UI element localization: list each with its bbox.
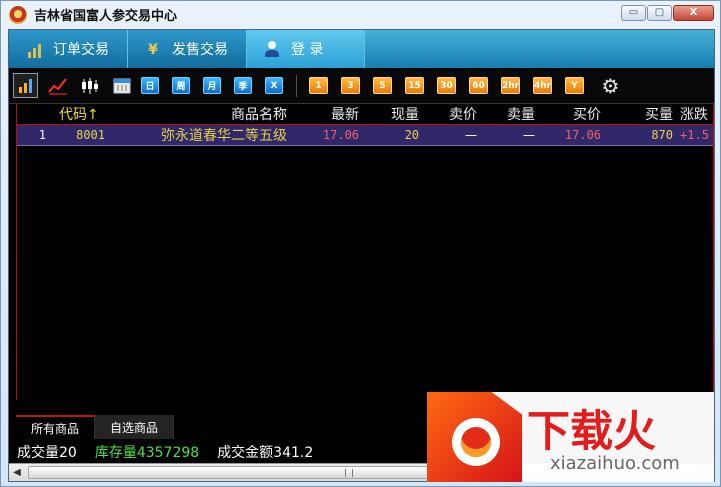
tab-watchlist-products[interactable]: 自选商品 (95, 415, 175, 439)
app-logo-icon (9, 5, 27, 24)
maximize-button[interactable]: ▢ (647, 5, 672, 21)
chart-toolbar: 日 周 月 季 X 1 3 5 15 30 60 2hr 4hr Y ⚙ (9, 68, 714, 104)
period-day-button[interactable]: 日 (141, 77, 159, 94)
watermark-logo: 下载火 xiazaihuo.com (427, 392, 714, 482)
market-table: 代码↑ 商品名称 最新 现量 卖价 卖量 买价 买量 涨跌 1 8001 弥永道… (17, 104, 713, 146)
yen-icon: ¥ (148, 42, 158, 58)
grip-icon (345, 469, 353, 477)
period-4hr-button[interactable]: 4hr (533, 77, 552, 94)
sell-quantity: 一 (484, 124, 543, 146)
watermark-chinese-text: 下载火 (527, 407, 656, 457)
line-chart-icon (47, 77, 67, 94)
scroll-left-icon[interactable]: ◀ (9, 465, 25, 481)
column-code-header[interactable]: 代码↑ (17, 104, 113, 125)
settings-button[interactable]: ⚙ (598, 73, 623, 98)
tab-issuing-trading-label: 发售交易 (172, 42, 228, 58)
minimize-button[interactable]: ▭ (621, 5, 646, 21)
latest-price: 17.06 (294, 124, 367, 146)
trade-volume-status: 成交量20 (17, 444, 77, 461)
window-title: 吉林省国富人参交易中心 (34, 9, 178, 24)
product-name: 弥永道春华二等五级 (112, 124, 295, 146)
sell-price: 一 (426, 124, 485, 146)
period-3-button[interactable]: 3 (341, 77, 360, 94)
period-15-button[interactable]: 15 (405, 77, 424, 94)
row-index: 1 (17, 124, 53, 146)
product-filter-tabs: 所有商品 自选商品 (16, 415, 436, 439)
tab-order-trading[interactable]: 订单交易 (9, 30, 128, 68)
column-sell-price-header[interactable]: 卖价 (426, 104, 485, 125)
period-quarter-button[interactable]: 季 (234, 77, 252, 94)
period-60-button[interactable]: 60 (469, 77, 488, 94)
candlestick-tool-button[interactable] (77, 73, 102, 98)
market-table-container: 代码↑ 商品名称 最新 现量 卖价 卖量 买价 买量 涨跌 1 8001 弥永道… (16, 104, 714, 400)
period-5-button[interactable]: 5 (373, 77, 392, 94)
period-1-button[interactable]: 1 (309, 77, 328, 94)
calendar-icon (113, 78, 130, 93)
column-sell-qty-header[interactable]: 卖量 (484, 104, 543, 125)
inventory-status: 库存量4357298 (94, 444, 200, 461)
buy-quantity: 870 (608, 124, 681, 146)
period-month-button[interactable]: 月 (203, 77, 221, 94)
bar-chart-icon (18, 78, 32, 93)
line-chart-tool-button[interactable] (45, 73, 70, 98)
user-icon (263, 40, 281, 58)
title-bar: 吉林省国富人参交易中心 ▭ ▢ X (1, 1, 720, 28)
table-row[interactable]: 1 8001 弥永道春华二等五级 17.06 20 一 一 17.06 870 … (17, 124, 713, 146)
window-controls: ▭ ▢ X (621, 5, 714, 21)
trade-amount-status: 成交金额341.2 (217, 444, 314, 461)
tab-order-trading-label: 订单交易 (53, 42, 109, 58)
close-button[interactable]: X (673, 5, 714, 21)
column-latest-header[interactable]: 最新 (294, 104, 367, 125)
tab-login[interactable]: 登 录 (247, 30, 365, 68)
column-volume-header[interactable]: 现量 (366, 104, 427, 125)
table-header-row: 代码↑ 商品名称 最新 现量 卖价 卖量 买价 买量 涨跌 (17, 104, 713, 125)
period-30-button[interactable]: 30 (437, 77, 456, 94)
gear-icon: ⚙ (601, 73, 620, 98)
top-navigation: 订单交易 ¥ 发售交易 登 录 (9, 30, 714, 68)
watermark-url-text: xiazaihuo.com (550, 453, 680, 474)
period-week-button[interactable]: 周 (172, 77, 190, 94)
price-change: +1.5 (680, 124, 713, 146)
period-x-button[interactable]: X (265, 77, 283, 94)
product-code: 8001 (53, 124, 113, 146)
application-window: 吉林省国富人参交易中心 ▭ ▢ X 订单交易 ¥ 发售交易 登 录 日 周 月 … (0, 0, 721, 487)
column-name-header[interactable]: 商品名称 (112, 104, 295, 125)
bar-chart-icon (25, 40, 43, 58)
tab-login-label: 登 录 (291, 42, 324, 58)
period-y-button[interactable]: Y (565, 77, 584, 94)
column-buy-qty-header[interactable]: 买量 (608, 104, 681, 125)
bar-chart-tool-button[interactable] (13, 73, 38, 98)
candlestick-icon (81, 77, 98, 94)
tab-all-products[interactable]: 所有商品 (16, 415, 96, 439)
buy-price: 17.06 (542, 124, 609, 146)
column-change-header[interactable]: 涨跌 (680, 104, 713, 125)
calendar-tool-button[interactable] (109, 73, 134, 98)
tab-issuing-trading[interactable]: ¥ 发售交易 (128, 30, 247, 68)
xiazaihuo-logo-icon (427, 392, 522, 482)
period-2hr-button[interactable]: 2hr (501, 77, 520, 94)
current-volume: 20 (366, 124, 427, 146)
toolbar-divider (296, 74, 297, 97)
column-buy-price-header[interactable]: 买价 (542, 104, 609, 125)
